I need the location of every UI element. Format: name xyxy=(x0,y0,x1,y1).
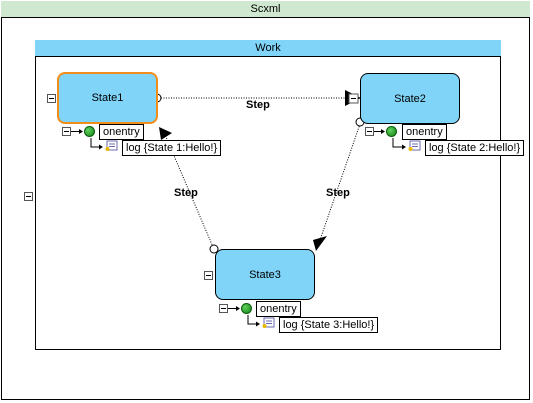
onentry-icon xyxy=(241,303,252,314)
state3-onentry-label[interactable]: onentry xyxy=(256,301,301,317)
state3-log-label[interactable]: log {State 3:Hello!} xyxy=(279,317,379,333)
state3-tree-lines xyxy=(228,306,260,327)
log-action-icon xyxy=(262,317,276,329)
